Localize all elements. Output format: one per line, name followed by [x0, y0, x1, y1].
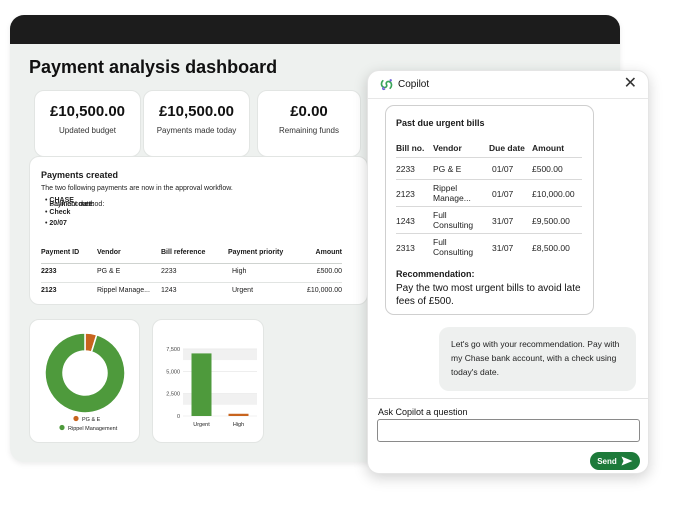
- user-message-bubble: Let's go with your recommendation. Pay w…: [439, 327, 636, 391]
- col-payment-priority: Payment priority: [228, 249, 284, 256]
- bills-card-title: Past due urgent bills: [396, 118, 485, 128]
- past-due-bills-card: Past due urgent bills Bill no. Vendor Du…: [385, 105, 594, 315]
- cell-amount: £9,500.00: [532, 216, 570, 226]
- cell-bill-no: 1243: [396, 216, 415, 226]
- x-tick-label: Urgent: [193, 422, 210, 428]
- cell-vendor-line2: Manage...: [433, 193, 471, 203]
- x-tick-label: High: [233, 422, 244, 428]
- bar-urgent[interactable]: [191, 353, 212, 416]
- table-row[interactable]: 2233 PG & E 01/07 £500.00: [396, 157, 582, 179]
- stat-label: Payments made today: [156, 126, 237, 135]
- stat-card-updated-budget: £10,500.00 Updated budget: [34, 90, 141, 157]
- y-tick-label: 2,500: [166, 392, 180, 398]
- col-vendor: Vendor: [433, 143, 462, 153]
- cell-vendor: Rippel Manage...: [97, 287, 150, 294]
- legend-marker: [73, 415, 79, 422]
- y-tick-label: 0: [177, 414, 180, 420]
- stat-value: £10,500.00: [49, 103, 126, 120]
- cell-bill-reference: 2233: [161, 268, 177, 275]
- y-tick-label: 7,500: [166, 347, 180, 353]
- bar-chart: 7,500 5,000 2,500 0 Urgent High: [166, 347, 257, 428]
- payments-table-header: Payment ID Vendor Bill reference Payment…: [41, 249, 342, 264]
- cell-vendor-line1: Full: [433, 210, 447, 220]
- cell-amount: £10,000.00: [532, 189, 575, 199]
- cell-vendor: PG & E: [97, 268, 121, 275]
- divider: [368, 398, 648, 399]
- col-amount: Amount: [315, 249, 342, 256]
- payments-intro: The two following payments are now in th…: [41, 185, 233, 192]
- cell-bill-no: 2233: [396, 164, 415, 174]
- cell-priority: Urgent: [232, 287, 254, 294]
- payments-created-title: Payments created: [41, 170, 119, 180]
- table-row[interactable]: 2233 PG & E 2233 High £500.00: [41, 264, 342, 283]
- bar-chart-card: 7,500 5,000 2,500 0 Urgent High: [152, 319, 264, 443]
- send-arrow-icon: [621, 456, 633, 466]
- copilot-title: Copilot: [398, 79, 430, 90]
- recommendation-text: Pay the two most urgent bills to avoid l…: [396, 283, 581, 307]
- window-title-bar: [10, 15, 620, 44]
- col-due-date: Due date: [489, 143, 525, 153]
- col-vendor: Vendor: [97, 249, 121, 256]
- table-row[interactable]: 2123 Rippel Manage... 1243 Urgent £10,00…: [41, 283, 342, 302]
- donut-chart: PG & E Rippel Management: [44, 332, 126, 432]
- send-label: Send: [597, 456, 617, 466]
- cell-vendor-line2: Consulting: [433, 220, 474, 230]
- ask-copilot-input[interactable]: [377, 419, 640, 442]
- cell-priority: High: [232, 268, 247, 275]
- ask-copilot-label: Ask Copilot a question: [378, 407, 468, 417]
- legend-label: Rippel Management: [68, 426, 118, 432]
- table-row[interactable]: 1243 Full Consulting 31/07 £9,500.00: [396, 206, 582, 233]
- cell-vendor-line2: Consulting: [433, 247, 474, 257]
- stat-card-remaining-funds: £0.00 Remaining funds: [257, 90, 361, 157]
- cell-amount: £500.00: [316, 268, 342, 275]
- cell-bill-no: 2313: [396, 243, 415, 253]
- detail-payment-date: Payment date: 20/07: [41, 201, 94, 230]
- cell-bill-no: 2123: [396, 189, 415, 199]
- cell-vendor-line1: Rippel: [433, 183, 458, 193]
- cell-vendor-line1: Full: [433, 237, 447, 247]
- y-tick-label: 5,000: [166, 369, 180, 375]
- recommendation-label: Recommendation:: [396, 269, 475, 279]
- cell-due-date: 01/07: [492, 164, 514, 174]
- table-row[interactable]: 2123 Rippel Manage... 01/07 £10,000.00: [396, 179, 582, 206]
- page-title: Payment analysis dashboard: [29, 57, 278, 77]
- legend-label: PG & E: [82, 417, 101, 423]
- col-payment-id: Payment ID: [41, 249, 80, 256]
- stat-label: Remaining funds: [278, 126, 340, 135]
- cell-bill-reference: 1243: [161, 287, 177, 294]
- payments-created-card: Payments created The two following payme…: [29, 156, 368, 305]
- send-button[interactable]: Send: [590, 452, 640, 470]
- payment-details-list: Bank account: CHASE Payment method: Chec…: [41, 195, 104, 230]
- stat-value: £0.00: [290, 103, 328, 120]
- bar-high[interactable]: [228, 413, 249, 416]
- col-amount: Amount: [532, 143, 565, 153]
- stat-value: £10,500.00: [158, 103, 235, 120]
- cell-payment-id: 2123: [41, 287, 57, 294]
- stat-label: Updated budget: [59, 126, 116, 135]
- copilot-logo-icon: [380, 79, 393, 91]
- cell-due-date: 31/07: [492, 243, 514, 253]
- cell-vendor: PG & E: [433, 164, 462, 174]
- legend-marker: [59, 424, 65, 431]
- copilot-panel: Copilot ✕ Past due urgent bills Bill no.…: [367, 70, 649, 474]
- cell-amount: £10,000.00: [306, 287, 342, 294]
- stat-card-payments-made: £10,500.00 Payments made today: [143, 90, 250, 157]
- table-row[interactable]: 2313 Full Consulting 31/07 £8,500.00: [396, 233, 582, 261]
- bills-table-header: Bill no. Vendor Due date Amount: [396, 143, 582, 157]
- donut-chart-card: PG & E Rippel Management: [29, 319, 140, 443]
- col-bill-reference: Bill reference: [161, 249, 206, 256]
- close-icon[interactable]: ✕: [624, 75, 637, 93]
- cell-amount: £500.00: [532, 164, 563, 174]
- copilot-header: Copilot ✕: [368, 71, 648, 99]
- col-bill-no: Bill no.: [396, 143, 425, 153]
- cell-amount: £8,500.00: [532, 243, 570, 253]
- cell-due-date: 01/07: [492, 189, 514, 199]
- cell-due-date: 31/07: [492, 216, 514, 226]
- cell-payment-id: 2233: [41, 268, 57, 275]
- donut-slice-1[interactable]: [44, 332, 126, 414]
